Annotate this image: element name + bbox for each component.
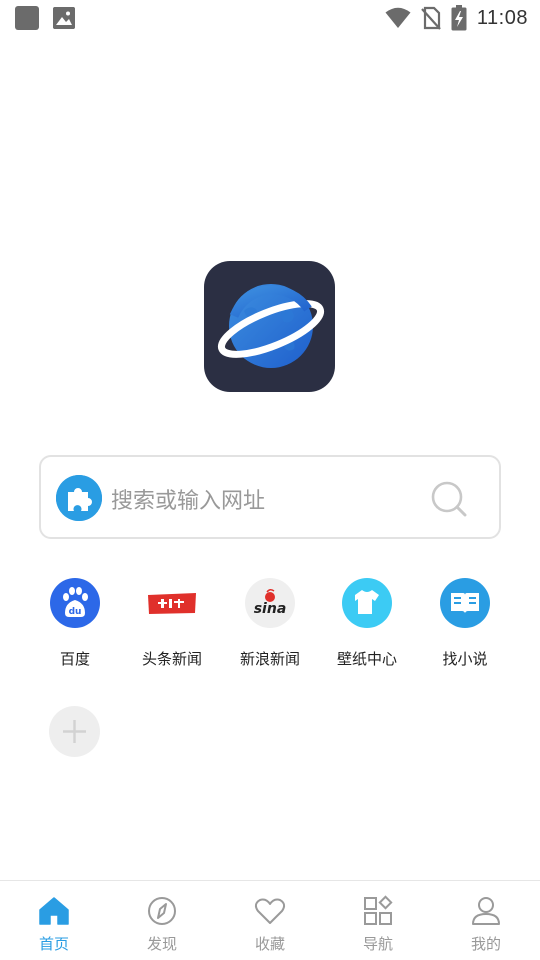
nav-label: 发现 bbox=[146, 935, 177, 953]
nav-profile[interactable]: 我的 bbox=[432, 881, 540, 960]
plus-icon bbox=[63, 720, 86, 743]
heart-icon bbox=[254, 898, 286, 924]
shortcut-label: 新浪新闻 bbox=[239, 650, 300, 668]
nav-home[interactable]: 首页 bbox=[0, 881, 108, 960]
puzzle-icon[interactable] bbox=[56, 475, 102, 521]
nav-label: 导航 bbox=[362, 935, 393, 953]
book-icon bbox=[440, 578, 490, 628]
status-notifications bbox=[15, 6, 75, 30]
search-bar[interactable]: 搜索或输入网址 bbox=[39, 455, 501, 539]
notification-square-icon bbox=[15, 6, 39, 30]
nav-favorites[interactable]: 收藏 bbox=[216, 881, 324, 960]
nav-discover[interactable]: 发现 bbox=[108, 881, 216, 960]
shortcut-novel[interactable]: 找小说 bbox=[415, 578, 515, 674]
search-icon[interactable] bbox=[429, 479, 469, 519]
nav-label: 收藏 bbox=[254, 935, 285, 953]
add-shortcut-button[interactable] bbox=[49, 706, 100, 757]
compass-icon bbox=[148, 897, 176, 925]
status-time: 11:08 bbox=[476, 6, 528, 29]
svg-text:sina: sina bbox=[254, 601, 287, 617]
battery-charging-icon bbox=[451, 5, 467, 31]
shortcut-toutiao[interactable]: 头条新闻 bbox=[122, 578, 222, 674]
tshirt-icon bbox=[342, 578, 392, 628]
sina-icon: sina bbox=[245, 578, 295, 628]
svg-text:du: du bbox=[69, 607, 82, 617]
shortcut-label: 壁纸中心 bbox=[336, 650, 397, 668]
image-icon bbox=[53, 7, 75, 29]
shortcut-label: 百度 bbox=[59, 650, 90, 668]
shortcut-sina[interactable]: sina 新浪新闻 bbox=[220, 578, 320, 674]
bottom-nav: 首页 发现 收藏 导航 我的 bbox=[0, 880, 540, 960]
search-input[interactable]: 搜索或输入网址 bbox=[111, 483, 265, 515]
shortcut-baidu[interactable]: du 百度 bbox=[25, 578, 125, 674]
nav-navigation[interactable]: 导航 bbox=[324, 881, 432, 960]
grid-icon bbox=[364, 895, 393, 925]
toutiao-icon bbox=[147, 578, 197, 628]
user-icon bbox=[472, 897, 500, 925]
status-bar: 11:08 bbox=[0, 0, 540, 36]
shortcut-label: 找小说 bbox=[442, 650, 488, 668]
shortcut-wallpaper[interactable]: 壁纸中心 bbox=[317, 578, 417, 674]
status-system: 11:08 bbox=[385, 5, 528, 31]
nav-label: 我的 bbox=[470, 935, 501, 953]
wifi-icon bbox=[385, 7, 411, 28]
shortcut-grid: du 百度 头条新闻 sina 新浪新闻 壁纸中心 找小说 bbox=[25, 578, 525, 678]
home-icon bbox=[39, 897, 69, 925]
nav-label: 首页 bbox=[38, 935, 69, 953]
planet-logo-icon bbox=[204, 261, 335, 392]
no-sim-icon bbox=[421, 6, 441, 30]
shortcut-label: 头条新闻 bbox=[141, 650, 202, 668]
baidu-icon: du bbox=[50, 578, 100, 628]
